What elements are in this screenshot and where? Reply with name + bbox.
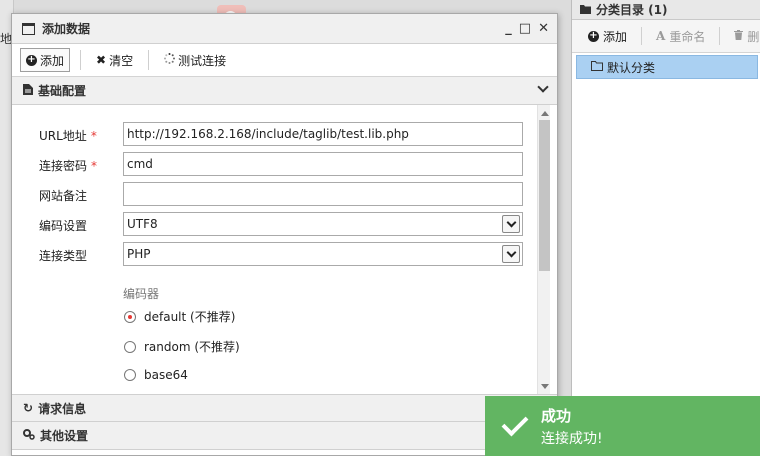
- category-panel-header: 分类目录 (1): [572, 0, 760, 20]
- scroll-up-arrow[interactable]: [541, 111, 549, 116]
- category-panel-title: 分类目录 (1): [596, 3, 668, 17]
- radio-unchecked[interactable]: [124, 340, 136, 353]
- encoding-row: 编码设置: [39, 217, 123, 234]
- encoder-option-base64[interactable]: base64: [124, 368, 188, 382]
- dialog-toolbar: + 添加 ✖ 清空 测试连接: [12, 44, 557, 77]
- close-icon[interactable]: ✕: [538, 21, 549, 36]
- document-icon: [23, 83, 33, 98]
- test-connection-button[interactable]: 测试连接: [159, 48, 231, 72]
- radio-unchecked[interactable]: [124, 369, 136, 381]
- password-label: 连接密码 *: [39, 159, 98, 173]
- maximize-icon[interactable]: □: [519, 21, 531, 36]
- category-item-default[interactable]: 默认分类: [576, 55, 758, 79]
- section-other-settings[interactable]: 其他设置: [12, 422, 557, 450]
- dialog-titlebar[interactable]: 添加数据 _ □ ✕: [12, 14, 557, 44]
- test-connection-label: 测试连接: [178, 53, 227, 68]
- encoding-label: 编码设置: [39, 219, 88, 233]
- type-value: PHP: [127, 247, 151, 261]
- password-row: 连接密码 *: [39, 157, 123, 174]
- encoder-option-random[interactable]: random (不推荐): [124, 338, 240, 355]
- category-delete-button[interactable]: 删: [734, 28, 759, 45]
- required-mark: *: [91, 159, 98, 173]
- checkmark-icon: [501, 409, 529, 437]
- add-button-label: 添加: [40, 53, 65, 68]
- minimize-icon[interactable]: _: [505, 21, 512, 36]
- encoder-option-default[interactable]: default (不推荐): [124, 308, 235, 325]
- trash-icon: [734, 29, 744, 43]
- clear-button[interactable]: ✖ 清空: [91, 48, 138, 72]
- encoder-group-label: 编码器: [123, 287, 160, 301]
- dialog-title: 添加数据: [42, 22, 91, 36]
- encoder-base64-label: base64: [144, 368, 188, 382]
- toolbar-divider: [719, 27, 721, 45]
- category-rename-label: 重命名: [669, 29, 706, 44]
- toolbar-divider: [80, 50, 82, 70]
- encoder-random-label: random (不推荐): [144, 340, 240, 354]
- plus-circle-icon: +: [588, 29, 599, 42]
- gears-icon: [23, 428, 35, 443]
- type-row: 连接类型: [39, 247, 123, 264]
- category-item-label: 默认分类: [607, 60, 656, 75]
- url-input[interactable]: http://192.168.2.168/include/taglib/test…: [123, 122, 523, 146]
- note-label: 网站备注: [39, 189, 88, 203]
- encoding-select[interactable]: UTF8: [123, 212, 523, 236]
- form-scrollbar[interactable]: [537, 105, 550, 394]
- category-add-label: 添加: [603, 29, 628, 44]
- category-toolbar: + 添加 A 重命名 删: [572, 20, 760, 53]
- toast-title: 成功: [541, 406, 572, 425]
- password-input[interactable]: cmd: [123, 152, 523, 176]
- scroll-thumb[interactable]: [539, 120, 550, 271]
- radio-checked[interactable]: [124, 310, 136, 323]
- required-mark: *: [90, 129, 97, 143]
- note-input[interactable]: [123, 182, 523, 206]
- note-row: 网站备注: [39, 187, 123, 204]
- encoder-default-label: default (不推荐): [144, 310, 236, 324]
- folder-icon: [580, 3, 591, 17]
- clear-button-label: 清空: [109, 53, 134, 68]
- scroll-down-arrow[interactable]: [541, 384, 549, 389]
- encoding-value: UTF8: [127, 217, 158, 231]
- window-controls: _ □ ✕: [505, 21, 549, 36]
- category-add-button[interactable]: + 添加: [588, 28, 627, 45]
- category-delete-label: 删: [747, 29, 760, 44]
- success-toast[interactable]: 成功 连接成功!: [485, 396, 760, 456]
- section-other-label: 其他设置: [40, 429, 89, 443]
- x-icon: ✖: [96, 53, 107, 67]
- category-panel: 分类目录 (1) + 添加 A 重命名 删 默认分类: [571, 0, 760, 456]
- window-icon: [22, 22, 35, 35]
- toolbar-divider: [641, 27, 643, 45]
- url-label: URL地址 *: [39, 129, 97, 143]
- toast-message: 连接成功!: [541, 430, 603, 447]
- type-select[interactable]: PHP: [123, 242, 523, 266]
- section-request-label: 请求信息: [38, 401, 87, 416]
- add-button[interactable]: + 添加: [20, 48, 71, 72]
- section-request-info[interactable]: ↻ 请求信息: [12, 394, 557, 422]
- section-basic-config[interactable]: 基础配置: [12, 77, 557, 105]
- chevron-down-icon[interactable]: [502, 215, 520, 233]
- section-basic-label: 基础配置: [38, 84, 87, 98]
- type-label: 连接类型: [39, 249, 88, 263]
- font-icon: A: [656, 29, 666, 43]
- chevron-down-icon[interactable]: [502, 245, 520, 263]
- basic-config-form: URL地址 * http://192.168.2.168/include/tagl…: [12, 105, 557, 394]
- plus-circle-icon: +: [26, 53, 37, 66]
- url-row: URL地址 *: [39, 127, 123, 144]
- folder-open-icon: [591, 60, 603, 74]
- refresh-icon: ↻: [23, 401, 34, 415]
- category-rename-button[interactable]: A 重命名: [656, 28, 705, 45]
- chevron-down-icon: [537, 81, 549, 93]
- toolbar-divider: [148, 50, 150, 70]
- add-data-dialog: 添加数据 _ □ ✕ + 添加 ✖ 清空 测试连接 基础配置 URL地址 * h…: [11, 13, 558, 456]
- spinner-icon: [164, 53, 176, 67]
